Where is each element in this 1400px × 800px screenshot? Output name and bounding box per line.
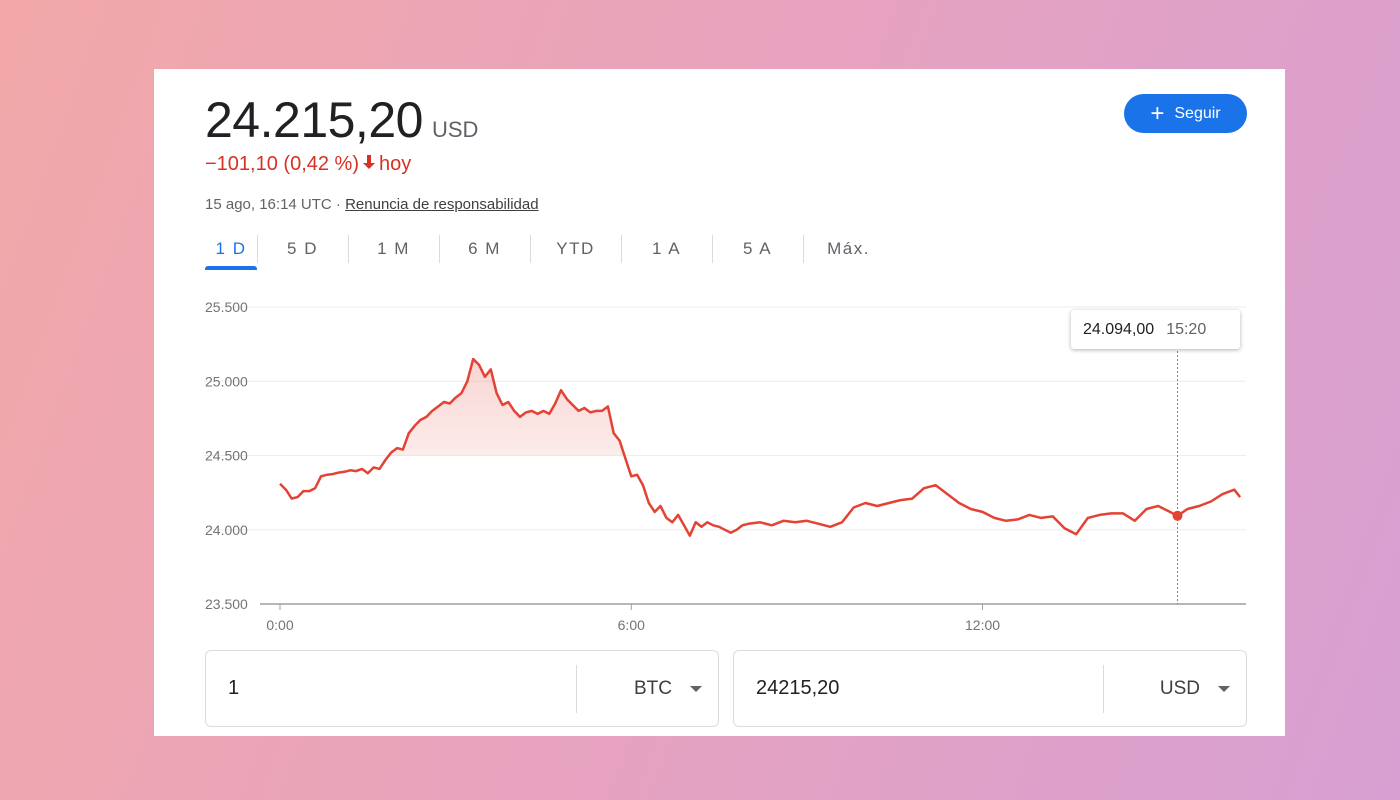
- tab-5d[interactable]: 5 D: [257, 231, 348, 267]
- tab-label: 1 M: [377, 239, 410, 258]
- from-amount-input[interactable]: 1: [206, 677, 576, 700]
- tab-label: YTD: [556, 239, 595, 258]
- from-unit-select[interactable]: BTC: [577, 678, 718, 700]
- to-amount-input[interactable]: 24215,20: [734, 677, 1103, 700]
- disclaimer-link[interactable]: Renuncia de responsabilidad: [345, 196, 538, 213]
- timestamp-row: 15 ago, 16:14 UTC · Renuncia de responsa…: [205, 196, 539, 213]
- range-tabs: 1 D 5 D 1 M 6 M YTD 1 A 5 A Máx.: [205, 231, 894, 271]
- y-tick-label: 25.000: [205, 373, 248, 389]
- tab-label: 1 A: [651, 239, 682, 258]
- tab-1d[interactable]: 1 D: [205, 231, 257, 270]
- tab-5a[interactable]: 5 A: [712, 231, 803, 267]
- y-tick-label: 24.500: [205, 448, 248, 464]
- quote-card: 24.215,20 USD −101,10 (0,42 %) hoy 15 ag…: [154, 69, 1285, 736]
- timestamp: 15 ago, 16:14 UTC ·: [205, 196, 341, 213]
- caret-down-icon: [690, 685, 702, 692]
- price-currency: USD: [431, 117, 479, 142]
- tooltip-time: 15:20: [1166, 320, 1207, 338]
- series-area: [280, 359, 1241, 456]
- converter-to: 24215,20 USD: [733, 650, 1247, 727]
- price-row: 24.215,20 USD: [205, 91, 478, 149]
- tab-1m[interactable]: 1 M: [348, 231, 439, 267]
- price-change: −101,10 (0,42 %) hoy: [205, 153, 411, 176]
- tab-label: 5 D: [287, 239, 318, 258]
- hover-point: [1172, 510, 1183, 521]
- from-unit-label: BTC: [634, 677, 672, 699]
- arrow-down-icon: [362, 153, 376, 176]
- tooltip-value: 24.094,00: [1083, 320, 1155, 338]
- x-tick-label: 0:00: [266, 617, 293, 633]
- chart-tooltip: 24.094,00 15:20: [1071, 310, 1240, 349]
- caret-down-icon: [1218, 685, 1230, 692]
- x-tick-label: 12:00: [965, 617, 1000, 633]
- tab-1a[interactable]: 1 A: [621, 231, 712, 267]
- plus-icon: +: [1150, 99, 1165, 127]
- converter-from: 1 BTC: [205, 650, 719, 727]
- to-unit-select[interactable]: USD: [1104, 678, 1246, 700]
- y-tick-label: 24.000: [205, 522, 248, 538]
- tab-label: 1 D: [215, 239, 247, 258]
- change-period: hoy: [379, 153, 412, 175]
- tab-6m[interactable]: 6 M: [439, 231, 530, 267]
- change-value: −101,10 (0,42 %): [205, 153, 359, 175]
- x-tick-label: 6:00: [618, 617, 645, 633]
- tab-max[interactable]: Máx.: [803, 231, 894, 267]
- tab-label: 5 A: [742, 239, 773, 258]
- tab-ytd[interactable]: YTD: [530, 231, 621, 267]
- follow-label: Seguir: [1174, 104, 1221, 122]
- y-tick-label: 25.500: [205, 299, 248, 315]
- y-tick-label: 23.500: [205, 596, 248, 612]
- follow-button[interactable]: + Seguir: [1124, 94, 1247, 133]
- tab-label: 6 M: [468, 239, 501, 258]
- price-value: 24.215,20: [205, 92, 423, 148]
- to-unit-label: USD: [1159, 677, 1200, 699]
- tab-label: Máx.: [827, 239, 870, 258]
